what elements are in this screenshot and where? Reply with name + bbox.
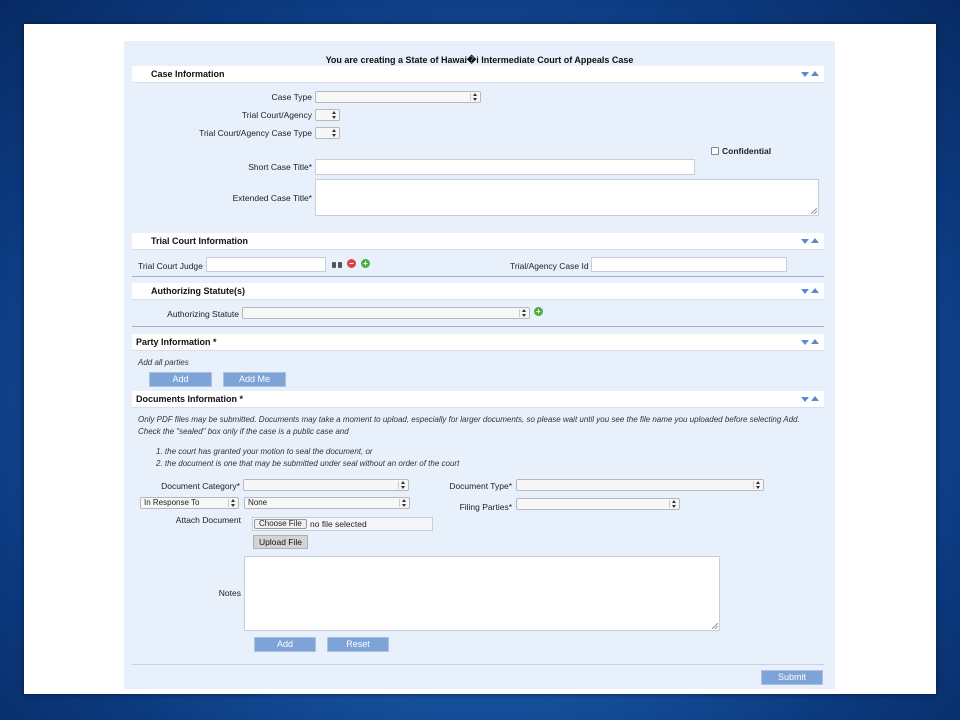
section-divider (132, 276, 824, 277)
short-case-title-input[interactable] (315, 159, 695, 175)
select-arrows-icon (401, 481, 406, 489)
documents-instructions: Only PDF files may be submitted. Documen… (138, 415, 800, 436)
section-documents-information[interactable]: Documents Information * (132, 391, 824, 408)
attach-document-field: Choose File no file selected (252, 517, 433, 531)
notes-textarea[interactable] (244, 556, 720, 631)
add-icon[interactable]: + (361, 259, 370, 268)
trial-court-judge-label: Trial Court Judge (138, 261, 203, 271)
select-arrows-icon (332, 129, 337, 137)
section-title: Party Information * (136, 337, 217, 347)
add-all-parties-note: Add all parties (138, 358, 189, 367)
case-form: You are creating a State of Hawai�i Inte… (124, 41, 835, 689)
add-statute-icon[interactable]: + (534, 307, 543, 316)
condition-1: 1. the court has granted your motion to … (156, 447, 373, 456)
section-title: Case Information (151, 69, 225, 79)
select-arrows-icon (473, 93, 478, 101)
attach-document-label: Attach Document (175, 515, 241, 525)
page-title: You are creating a State of Hawai�i Inte… (325, 55, 634, 65)
section-party-information[interactable]: Party Information * (132, 334, 824, 351)
collapse-toggle-icon[interactable] (801, 395, 821, 404)
trial-court-case-type-label: Trial Court/Agency Case Type (199, 128, 312, 138)
confidential-checkbox[interactable] (711, 147, 719, 155)
trial-agency-case-id-input[interactable] (591, 257, 787, 272)
collapse-toggle-icon[interactable] (801, 287, 821, 296)
filing-parties-select[interactable] (516, 498, 680, 510)
file-status-text: no file selected (310, 519, 367, 529)
section-trial-court-information[interactable]: Trial Court Information (132, 233, 824, 250)
search-binoculars-icon[interactable] (332, 260, 342, 268)
add-party-button[interactable]: Add (149, 372, 212, 387)
extended-case-title-label: Extended Case Title* (232, 193, 312, 203)
footer-divider (132, 664, 824, 665)
trial-court-judge-input[interactable] (206, 257, 326, 272)
select-arrows-icon (756, 481, 761, 489)
collapse-toggle-icon[interactable] (801, 338, 821, 347)
select-arrows-icon (672, 500, 677, 508)
section-divider (132, 326, 824, 327)
select-arrows-icon (231, 499, 236, 507)
section-title: Documents Information * (136, 394, 244, 404)
section-title: Authorizing Statute(s) (151, 286, 245, 296)
document-category-select[interactable] (243, 479, 409, 491)
trial-court-agency-label: Trial Court/Agency (241, 110, 312, 120)
notes-label: Notes (218, 588, 241, 598)
select-arrows-icon (332, 111, 337, 119)
document-category-label: Document Category* (161, 481, 240, 491)
collapse-toggle-icon[interactable] (801, 70, 821, 79)
extended-case-title-textarea[interactable] (315, 179, 819, 216)
collapse-toggle-icon[interactable] (801, 237, 821, 246)
authorizing-statute-select[interactable] (242, 307, 530, 319)
case-type-label: Case Type (271, 92, 312, 102)
response-document-select[interactable]: None (244, 497, 410, 509)
confidential-label: Confidential (722, 146, 772, 156)
trial-court-agency-select[interactable] (315, 109, 340, 121)
add-me-button[interactable]: Add Me (223, 372, 286, 387)
slide-frame: You are creating a State of Hawai�i Inte… (24, 24, 936, 694)
submit-button[interactable]: Submit (761, 670, 823, 685)
choose-file-button[interactable]: Choose File (254, 519, 307, 529)
section-authorizing-statutes[interactable]: Authorizing Statute(s) (132, 283, 824, 300)
add-document-button[interactable]: Add (254, 637, 316, 652)
remove-icon[interactable]: − (347, 259, 356, 268)
authorizing-statute-label: Authorizing Statute (167, 309, 239, 319)
trial-court-case-type-select[interactable] (315, 127, 340, 139)
in-response-to-select[interactable]: In Response To (140, 497, 239, 509)
section-title: Trial Court Information (151, 236, 249, 246)
select-arrows-icon (402, 499, 407, 507)
filing-parties-label: Filing Parties* (459, 502, 512, 512)
condition-2: 2. the document is one that may be submi… (156, 459, 460, 468)
upload-file-button[interactable]: Upload File (253, 535, 308, 549)
trial-agency-case-id-label: Trial/Agency Case Id (510, 261, 589, 271)
document-type-label: Document Type* (449, 481, 512, 491)
select-arrows-icon (522, 309, 527, 317)
section-case-information[interactable]: Case Information (132, 66, 824, 83)
case-type-select[interactable] (315, 91, 481, 103)
reset-button[interactable]: Reset (327, 637, 389, 652)
document-type-select[interactable] (516, 479, 764, 491)
short-case-title-label: Short Case Title* (248, 162, 312, 172)
